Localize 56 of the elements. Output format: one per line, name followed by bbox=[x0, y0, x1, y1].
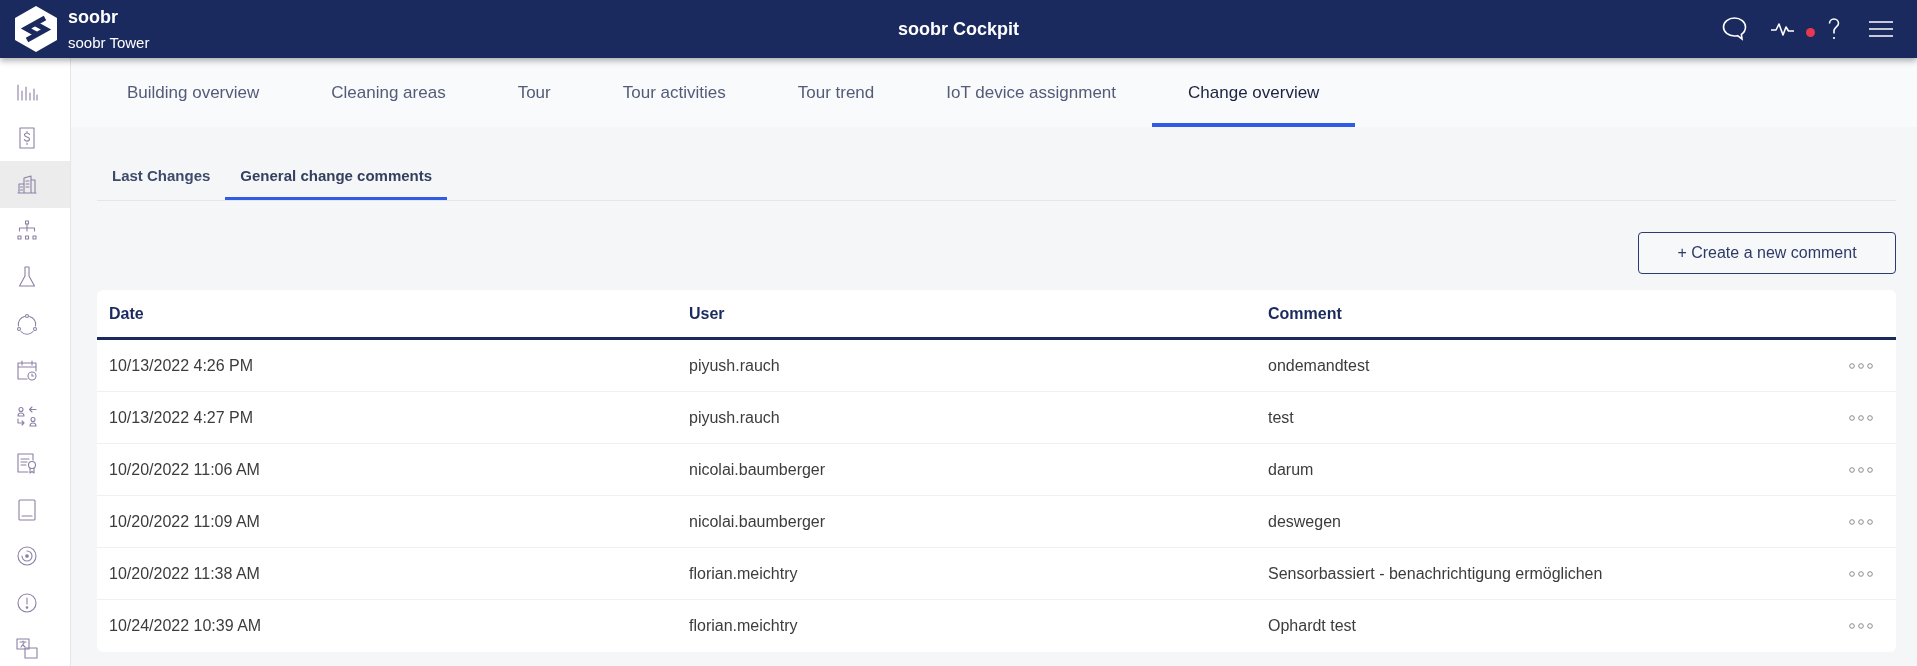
brand-name: soobr bbox=[68, 5, 119, 28]
table-cell-text: test bbox=[1267, 407, 1295, 428]
table-cell-text: deswegen bbox=[1267, 511, 1342, 532]
column-header: Date bbox=[108, 303, 145, 324]
table-cell-text: Sensorbassiert - benachrichtigung ermöglichen bbox=[1267, 563, 1604, 584]
certificate-icon bbox=[15, 451, 39, 476]
pulse-icon[interactable] bbox=[1770, 22, 1795, 36]
tab[interactable]: Tour trend bbox=[761, 58, 911, 127]
more-options-icon[interactable] bbox=[1849, 414, 1873, 421]
more-options-icon[interactable] bbox=[1849, 362, 1873, 369]
buildings-icon bbox=[15, 172, 39, 197]
cycle-icon bbox=[15, 311, 39, 336]
sidebar-item[interactable] bbox=[0, 161, 70, 208]
table-cell-text: 10/13/2022 4:27 PM bbox=[108, 407, 255, 428]
tab[interactable]: Tour activities bbox=[586, 58, 762, 127]
tab[interactable]: IoT device assignment bbox=[910, 58, 1153, 127]
table-cell-text: ondemandtest bbox=[1267, 355, 1371, 376]
sub-tab[interactable]: General change comments bbox=[225, 152, 448, 200]
table-cell-text: florian.meichtry bbox=[688, 616, 799, 636]
table-cell-text: darum bbox=[1267, 459, 1315, 480]
chat-bubble-icon[interactable] bbox=[1722, 16, 1747, 42]
tab[interactable]: Tour bbox=[481, 58, 587, 127]
table-cell-text: 10/20/2022 11:09 AM bbox=[108, 511, 261, 532]
hierarchy-icon bbox=[15, 218, 39, 243]
tab[interactable]: Cleaning areas bbox=[295, 58, 482, 127]
table-cell-text: nicolai.baumberger bbox=[688, 459, 827, 480]
sub-tab[interactable]: Last Changes bbox=[97, 152, 226, 200]
logo-icon bbox=[14, 5, 58, 53]
table-cell-text: piyush.rauch bbox=[688, 407, 781, 428]
translate-icon bbox=[15, 637, 39, 662]
menu-icon[interactable] bbox=[1869, 21, 1893, 37]
column-header: User bbox=[688, 303, 726, 324]
more-options-icon[interactable] bbox=[1849, 466, 1873, 473]
more-options-icon[interactable] bbox=[1849, 518, 1873, 525]
table-cell-text: 10/13/2022 4:26 PM bbox=[108, 355, 255, 376]
help-icon[interactable] bbox=[1828, 18, 1840, 40]
table-cell-text: 10/24/2022 10:39 AM bbox=[108, 616, 263, 636]
column-header: Comment bbox=[1267, 303, 1343, 324]
table-cell-text: florian.meichtry bbox=[688, 563, 799, 584]
more-options-icon[interactable] bbox=[1849, 623, 1873, 629]
tablet-icon bbox=[15, 497, 39, 522]
calendar-clock-icon bbox=[15, 358, 39, 383]
tab[interactable]: Building overview bbox=[91, 58, 296, 127]
table-cell-text: piyush.rauch bbox=[688, 355, 781, 376]
table-cell-text: 10/20/2022 11:38 AM bbox=[108, 563, 261, 584]
table-cell-text: Ophardt test bbox=[1267, 616, 1358, 636]
more-options-icon[interactable] bbox=[1849, 570, 1873, 577]
target-icon bbox=[15, 544, 39, 569]
user-swap-icon bbox=[15, 404, 39, 429]
table-cell-text: 10/20/2022 11:06 AM bbox=[108, 459, 261, 480]
tab[interactable]: Change overview bbox=[1152, 58, 1356, 127]
create-comment-button[interactable]: + Create a new comment bbox=[1638, 232, 1896, 274]
app-title: soobr Cockpit bbox=[898, 17, 1019, 41]
table-cell-text: nicolai.baumberger bbox=[688, 511, 827, 532]
site-name: soobr Tower bbox=[68, 32, 150, 53]
alert-icon bbox=[15, 590, 39, 615]
